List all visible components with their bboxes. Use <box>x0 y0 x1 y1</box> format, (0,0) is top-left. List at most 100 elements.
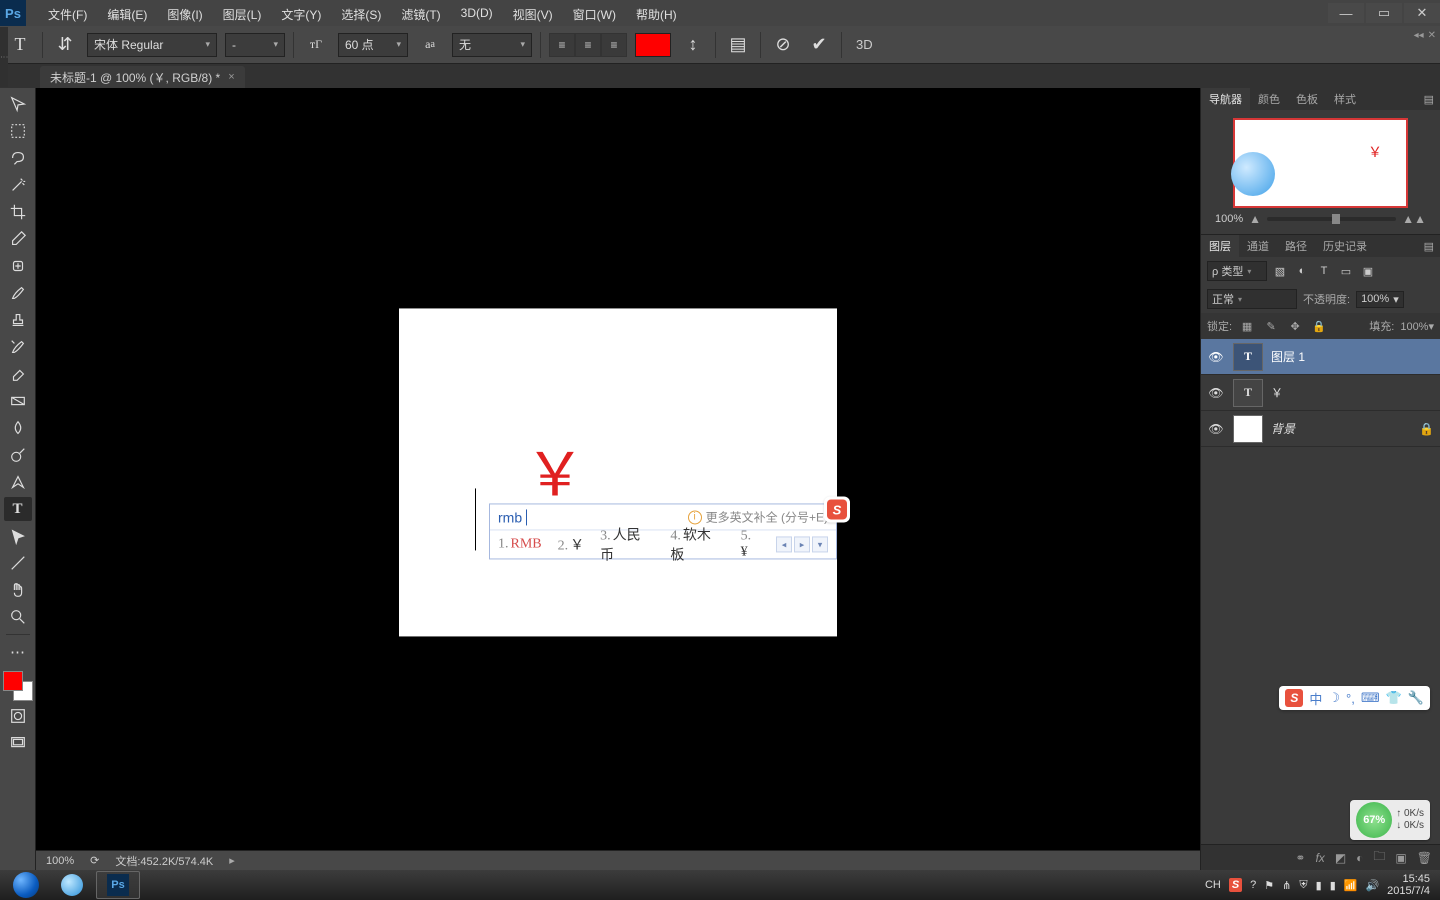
sogou-skin-icon[interactable]: 👕 <box>1386 690 1402 706</box>
layer-row[interactable]: 👁T图层 1 <box>1201 339 1440 375</box>
lock-trans-icon[interactable]: ▦ <box>1238 317 1256 335</box>
tray-shield-icon[interactable]: ⛨ <box>1299 879 1307 892</box>
document-tab[interactable]: 未标题-1 @ 100% (￥, RGB/8) * × <box>40 66 245 88</box>
tray-volume-icon[interactable]: 🔊 <box>1365 879 1379 892</box>
wand-tool[interactable] <box>4 173 32 197</box>
sogou-settings-icon[interactable]: 🔧 <box>1408 690 1424 706</box>
menu-edit[interactable]: 编辑(E) <box>99 2 155 27</box>
canvas-area[interactable]: ￥ S rmb i更多英文补全 (分号+E) 1.RMB2.￥3.人民币4.软木… <box>36 88 1200 870</box>
blend-mode-combo[interactable]: 正常▾ <box>1207 289 1297 309</box>
quickmask-button[interactable] <box>4 704 32 728</box>
layers-panel-menu-icon[interactable]: ▤ <box>1418 235 1440 257</box>
tab-styles[interactable]: 样式 <box>1326 88 1364 110</box>
adjustment-layer-icon[interactable]: ◐ <box>1356 851 1363 865</box>
marquee-tool[interactable] <box>4 119 32 143</box>
brush-tool[interactable] <box>4 281 32 305</box>
status-doc-size[interactable]: 文档:452.2K/574.4K <box>115 853 213 869</box>
ime-candidate-1[interactable]: 1.RMB <box>498 536 542 552</box>
ime-hint[interactable]: i更多英文补全 (分号+E) <box>688 508 828 525</box>
tray-network-icon[interactable]: ▮ <box>1330 879 1336 892</box>
hand-tool[interactable] <box>4 578 32 602</box>
foreground-color-chip[interactable] <box>3 671 23 691</box>
navigator-zoomout-icon[interactable]: ▲ <box>1249 212 1261 226</box>
lock-pos-icon[interactable]: ✥ <box>1286 317 1304 335</box>
ime-next-button[interactable]: ▸ <box>794 536 810 552</box>
menu-help[interactable]: 帮助(H) <box>628 2 685 27</box>
layer-row[interactable]: 👁背景🔒 <box>1201 411 1440 447</box>
status-menu-arrow-icon[interactable]: ▸ <box>229 854 235 867</box>
font-size-combo[interactable]: 60 点▾ <box>338 33 408 57</box>
tab-channels[interactable]: 通道 <box>1239 235 1277 257</box>
new-layer-icon[interactable]: ▣ <box>1395 851 1406 865</box>
menu-3d[interactable]: 3D(D) <box>453 2 501 27</box>
font-family-combo[interactable]: 宋体 Regular▾ <box>87 33 217 57</box>
sogou-softkb-icon[interactable]: ⌨ <box>1361 690 1380 706</box>
sogou-punct-icon[interactable]: °, <box>1346 691 1355 706</box>
tray-signal-icon[interactable]: 📶 <box>1344 879 1358 892</box>
warp-text-button[interactable]: ↕ <box>679 32 707 58</box>
menu-view[interactable]: 视图(V) <box>505 2 561 27</box>
menu-file[interactable]: 文件(F) <box>40 2 95 27</box>
delete-layer-icon[interactable]: 🗑 <box>1417 851 1432 865</box>
stamp-tool[interactable] <box>4 308 32 332</box>
type-tool[interactable]: T <box>4 497 32 521</box>
history-brush-tool[interactable] <box>4 335 32 359</box>
tray-battery-icon[interactable]: ▮ <box>1316 879 1322 892</box>
layer-visibility-icon[interactable]: 👁 <box>1207 348 1225 366</box>
menu-layer[interactable]: 图层(L) <box>215 2 270 27</box>
document-tab-close-icon[interactable]: × <box>228 71 234 83</box>
text-orientation-toggle[interactable]: ⇵ <box>51 32 79 58</box>
menu-window[interactable]: 窗口(W) <box>565 2 624 27</box>
ime-expand-button[interactable]: ▾ <box>812 536 828 552</box>
heal-tool[interactable] <box>4 254 32 278</box>
commit-edit-button[interactable]: ✔ <box>805 32 833 58</box>
ime-candidates[interactable]: 1.RMB2.￥3.人民币4.软木板5.¥ ◂ ▸ ▾ <box>490 530 836 558</box>
gradient-tool[interactable] <box>4 389 32 413</box>
sogou-status-bar[interactable]: S 中 ☽ °, ⌨ 👕 🔧 <box>1279 686 1430 710</box>
filter-shape-icon[interactable]: ▭ <box>1337 262 1355 280</box>
color-chips[interactable] <box>3 671 33 701</box>
3d-button[interactable]: 3D <box>850 37 879 52</box>
pen-tool[interactable] <box>4 470 32 494</box>
panel-collapse-icon[interactable]: ◂◂ <box>1414 30 1424 41</box>
document-canvas[interactable]: ￥ S rmb i更多英文补全 (分号+E) 1.RMB2.￥3.人民币4.软木… <box>399 308 837 636</box>
ime-candidate-4[interactable]: 4.软木板 <box>670 524 724 564</box>
menu-type[interactable]: 文字(Y) <box>273 2 329 27</box>
sogou-lang-indicator[interactable]: 中 <box>1309 689 1322 708</box>
tab-layers[interactable]: 图层 <box>1201 235 1239 257</box>
tray-clock[interactable]: 15:45 2015/7/4 <box>1387 873 1430 897</box>
layer-fx-icon[interactable]: fx <box>1315 851 1324 865</box>
tray-sogou-icon[interactable]: S <box>1229 878 1242 892</box>
tab-paths[interactable]: 路径 <box>1277 235 1315 257</box>
navigator-thumbnail[interactable]: ￥ <box>1233 118 1408 208</box>
tray-wifi-icon[interactable]: ⋔ <box>1282 879 1291 892</box>
screenmode-button[interactable] <box>4 731 32 755</box>
lock-all-icon[interactable]: 🔒 <box>1310 317 1328 335</box>
tab-swatches[interactable]: 色板 <box>1288 88 1326 110</box>
align-left-button[interactable]: ≡ <box>549 33 575 57</box>
layer-row[interactable]: 👁T￥ <box>1201 375 1440 411</box>
menu-select[interactable]: 选择(S) <box>333 2 389 27</box>
filter-adjust-icon[interactable]: ◐ <box>1293 262 1311 280</box>
zoom-tool[interactable] <box>4 605 32 629</box>
navigator-panel-menu-icon[interactable]: ▤ <box>1418 88 1440 110</box>
toolbar-grip[interactable]: ⋮ <box>0 27 8 87</box>
filter-type-icon[interactable]: T <box>1315 262 1333 280</box>
filter-pixel-icon[interactable]: ▧ <box>1271 262 1289 280</box>
menu-image[interactable]: 图像(I) <box>159 2 210 27</box>
netspeed-widget[interactable]: 67% ↑ 0K/s ↓ 0K/s <box>1350 800 1430 840</box>
lasso-tool[interactable] <box>4 146 32 170</box>
tray-flag-icon[interactable]: ⚑ <box>1264 879 1274 892</box>
layer-visibility-icon[interactable]: 👁 <box>1207 420 1225 438</box>
sogou-moon-icon[interactable]: ☽ <box>1328 690 1340 706</box>
blur-tool[interactable] <box>4 416 32 440</box>
edit-toolbar-button[interactable]: ⋯ <box>4 640 32 664</box>
navigator-zoom-slider[interactable] <box>1267 217 1396 221</box>
status-zoom[interactable]: 100% <box>46 855 74 867</box>
eyedropper-tool[interactable] <box>4 227 32 251</box>
crop-tool[interactable] <box>4 200 32 224</box>
tab-color[interactable]: 颜色 <box>1250 88 1288 110</box>
opacity-field[interactable]: 100%▾ <box>1356 291 1404 308</box>
window-minimize-button[interactable]: — <box>1328 3 1364 23</box>
align-right-button[interactable]: ≡ <box>601 33 627 57</box>
